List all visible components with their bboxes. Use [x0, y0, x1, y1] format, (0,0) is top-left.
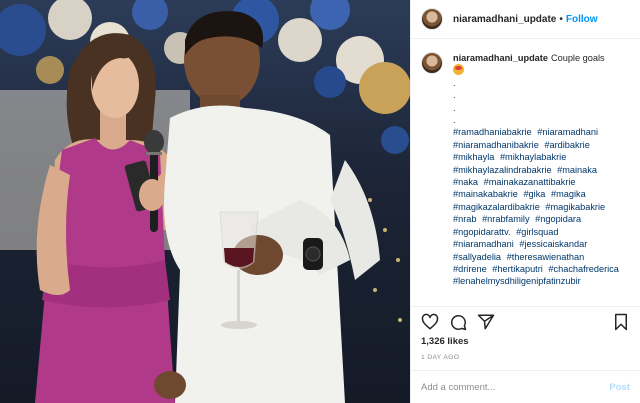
header-separator: • — [559, 13, 563, 25]
hashtag-link[interactable]: #niaramadhani — [537, 127, 598, 137]
caption-comment: niaramadhani_update Couple goals . . . . … — [421, 52, 632, 288]
caption-avatar[interactable] — [421, 52, 443, 74]
hashtag-link[interactable]: #mainakazanattibakrie — [484, 177, 576, 187]
hashtag-link[interactable]: #mainaka — [557, 165, 597, 175]
hashtag-link[interactable]: #niaramadhanibakrie — [453, 140, 539, 150]
hashtag-link[interactable]: #ngopidarattv. — [453, 227, 511, 237]
post-timestamp[interactable]: 1 DAY AGO — [421, 354, 459, 361]
hashtag-link[interactable]: #lenahelmysdhiligenipfatinzubir — [453, 276, 581, 286]
hashtag-link[interactable]: #ardibakrie — [544, 140, 589, 150]
post-header: niaramadhani_update • Follow — [411, 0, 640, 39]
header-username[interactable]: niaramadhani_update — [453, 14, 556, 25]
post-sidebar: niaramadhani_update • Follow niaramadhan… — [410, 0, 640, 403]
hashtag-link[interactable]: #sallyadelia — [453, 252, 501, 262]
caption-text: Couple goals — [550, 53, 605, 63]
caption-dot: . — [453, 102, 456, 113]
hashtag-link[interactable]: #mikhayla — [453, 152, 494, 162]
hashtag-link[interactable]: #ngopidara — [535, 214, 581, 224]
caption-dot: . — [453, 90, 456, 101]
hashtag-link[interactable]: #nrab — [453, 214, 477, 224]
hashtag-link[interactable]: #niaramadhani — [453, 239, 514, 249]
hashtag-link[interactable]: #girlsquad — [516, 227, 558, 237]
post-photo[interactable] — [0, 0, 410, 403]
caption-username[interactable]: niaramadhani_update — [453, 53, 548, 63]
caption-body: niaramadhani_update Couple goals . . . . … — [453, 52, 625, 288]
hashtag-link[interactable]: #mikhaylazalindrabakrie — [453, 165, 552, 175]
caption-dots: . . . . — [453, 77, 625, 127]
woman-figure — [35, 33, 183, 403]
comment-input[interactable] — [421, 381, 610, 393]
caption-dot: . — [453, 115, 456, 126]
hashtag-link[interactable]: #hertikaputri — [492, 264, 543, 274]
avatar[interactable] — [421, 8, 443, 30]
hashtag-link[interactable]: #drirene — [453, 264, 487, 274]
action-bar — [411, 306, 640, 337]
heart-icon[interactable] — [421, 313, 439, 331]
hashtag-link[interactable]: #gika — [523, 189, 545, 199]
hashtag-list: #ramadhaniabakrie #niaramadhani #niarama… — [453, 126, 625, 287]
hashtag-link[interactable]: #magikazalardibakrie — [453, 202, 540, 212]
caption-section[interactable]: niaramadhani_update Couple goals . . . . … — [421, 52, 632, 300]
hashtag-link[interactable]: #theresawienathan — [507, 252, 585, 262]
caption-dot: . — [453, 77, 456, 88]
likes-count[interactable]: 1,326 likes — [421, 336, 469, 347]
hashtag-link[interactable]: #mikhaylabakrie — [500, 152, 566, 162]
hashtag-link[interactable]: #naka — [453, 177, 478, 187]
bookmark-icon[interactable] — [612, 313, 630, 331]
hashtag-link[interactable]: #nrabfamily — [482, 214, 530, 224]
post-comment-button[interactable]: Post — [609, 382, 630, 393]
comment-form: Post — [411, 370, 640, 403]
hashtag-link[interactable]: #magikabakrie — [545, 202, 605, 212]
hashtag-link[interactable]: #ramadhaniabakrie — [453, 127, 532, 137]
follow-button[interactable]: Follow — [566, 14, 598, 25]
share-icon[interactable] — [477, 313, 495, 331]
comment-icon[interactable] — [449, 313, 467, 331]
hashtag-link[interactable]: #chachafrederica — [548, 264, 618, 274]
hashtag-link[interactable]: #jessicaiskandar — [519, 239, 587, 249]
couple-photo-illustration — [0, 0, 410, 403]
hashtag-link[interactable]: #magika — [551, 189, 586, 199]
hashtag-link[interactable]: #mainakabakrie — [453, 189, 518, 199]
star-struck-emoji-icon — [453, 64, 464, 76]
